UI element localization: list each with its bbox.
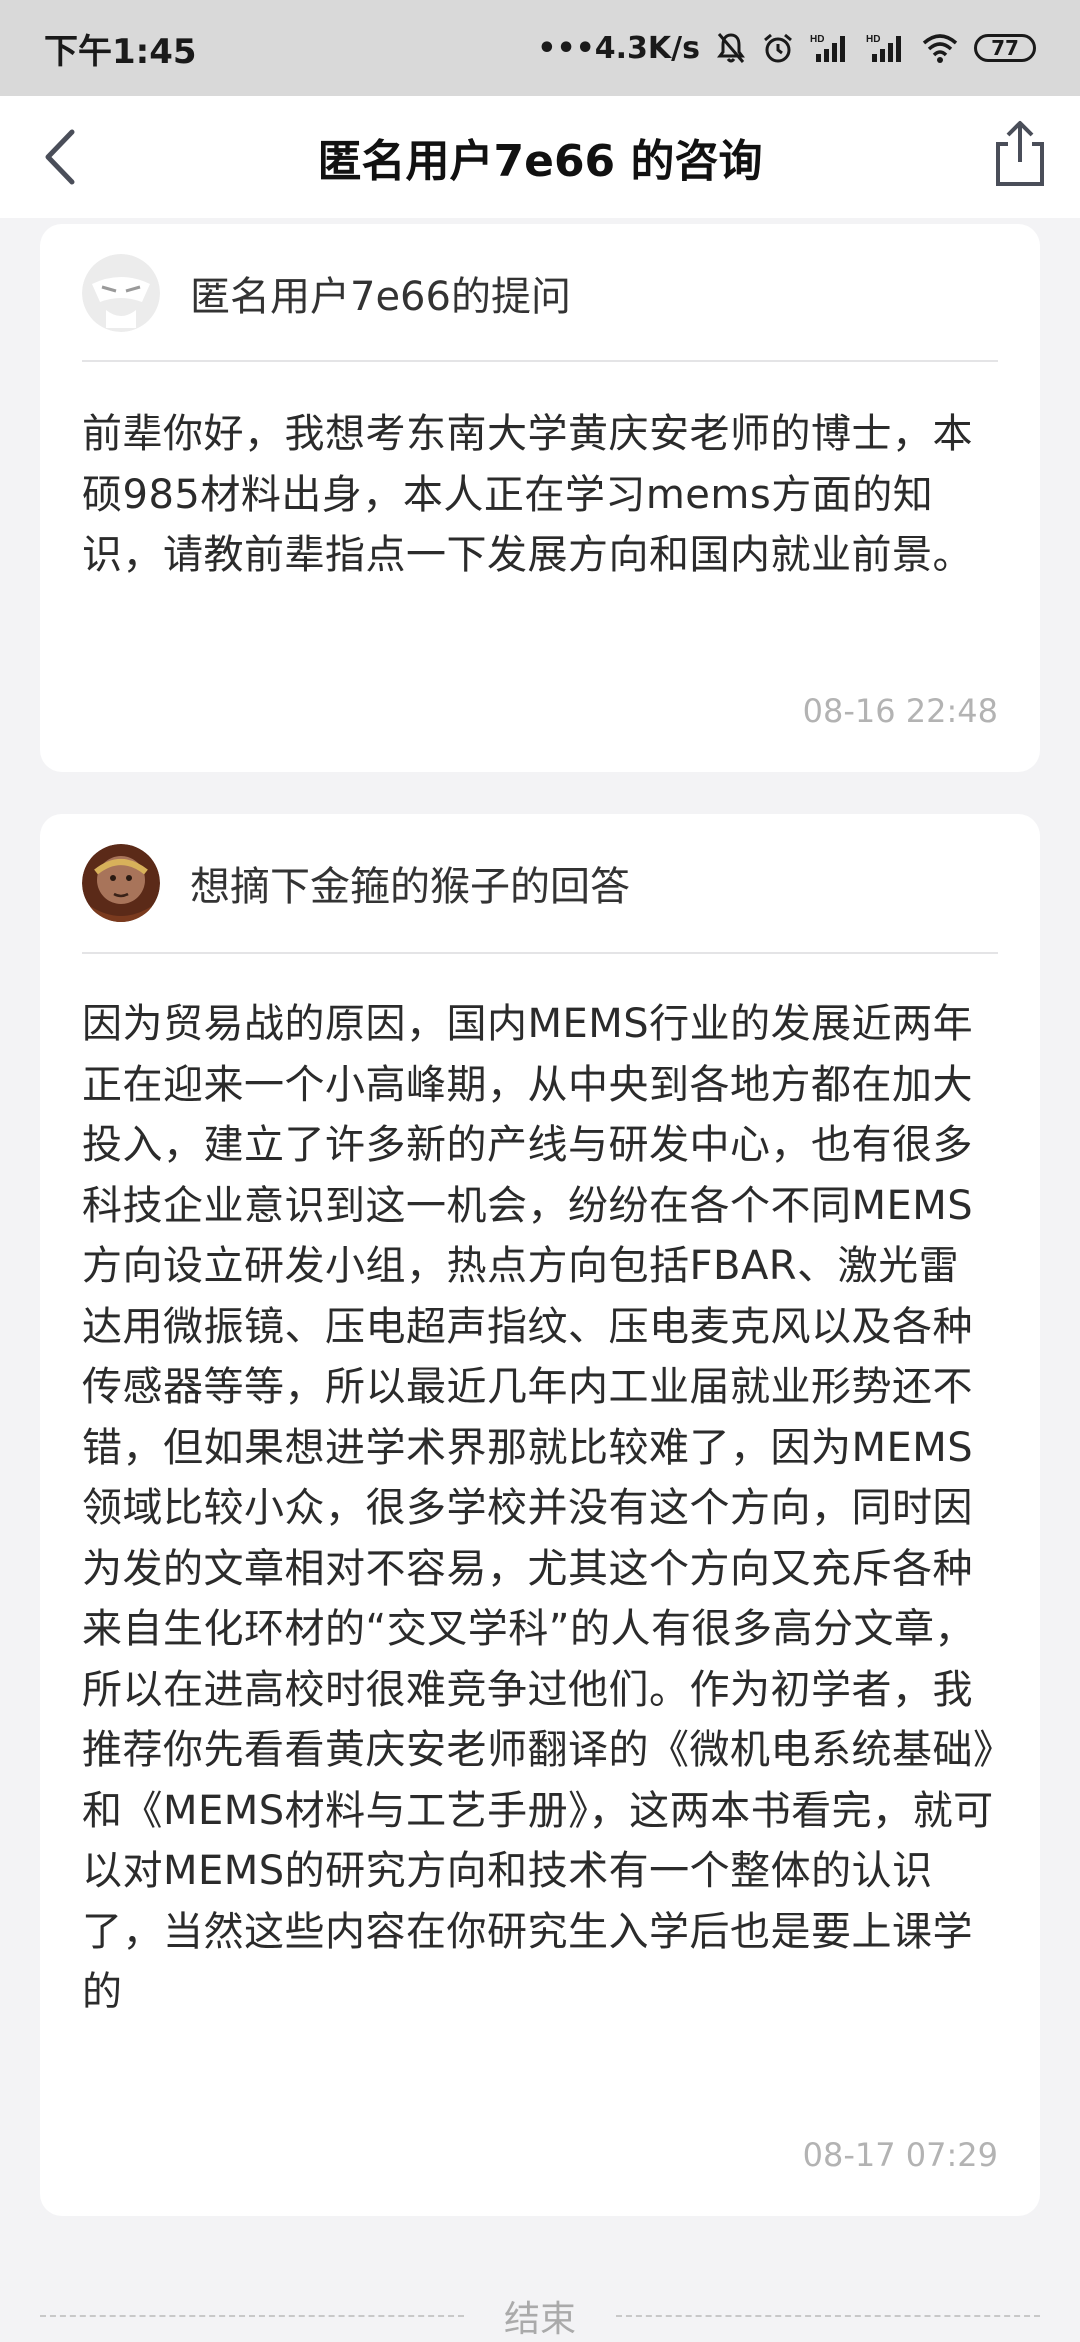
nav-bar: 匿名用户7e66 的咨询 <box>0 96 1080 218</box>
status-icons: •••4.3K/s HD HD 77 <box>537 31 1036 66</box>
svg-text:HD: HD <box>866 34 880 45</box>
battery-icon: 77 <box>974 34 1036 62</box>
network-speed: •••4.3K/s <box>537 30 700 66</box>
question-text: 前辈你好，我想考东南大学黄庆安老师的博士，本硕985材料出身，本人正在学习mem… <box>82 411 973 578</box>
svg-text:HD: HD <box>810 34 824 45</box>
alarm-icon <box>762 32 794 64</box>
question-header-label: 匿名用户7e66的提问 <box>190 274 571 320</box>
anonymous-avatar <box>82 254 160 332</box>
answerer-avatar <box>82 844 160 922</box>
dashed-line-left <box>40 2315 464 2317</box>
divider <box>82 360 998 362</box>
mute-bell-icon <box>716 32 746 64</box>
answer-card: 想摘下金箍的猴子的回答 因为贸易战的原因，国内MEMS行业的发展近两年正在迎来一… <box>40 814 1040 2216</box>
wifi-icon <box>922 33 958 63</box>
status-time: 下午1:45 <box>44 31 197 72</box>
divider <box>82 952 998 954</box>
signal-hd-icon-2: HD <box>866 32 906 64</box>
answer-header-label: 想摘下金箍的猴子的回答 <box>190 864 630 910</box>
answer-text: 因为贸易战的原因，国内MEMS行业的发展近两年正在迎来一个小高峰期，从中央到各地… <box>82 1001 994 2015</box>
answer-timestamp: 08-17 07:29 <box>802 2136 998 2174</box>
back-arrow-icon[interactable] <box>34 124 94 190</box>
question-header: 匿名用户7e66的提问 <box>82 254 571 332</box>
end-label: 结束 <box>504 2299 577 2340</box>
share-icon[interactable] <box>990 118 1050 190</box>
question-timestamp: 08-16 22:48 <box>802 692 998 730</box>
answer-header: 想摘下金箍的猴子的回答 <box>82 844 630 922</box>
status-bar: 下午1:45 •••4.3K/s HD HD 77 <box>0 0 1080 96</box>
signal-hd-icon: HD <box>810 32 850 64</box>
dashed-line-right <box>616 2315 1041 2317</box>
question-card: 匿名用户7e66的提问 前辈你好，我想考东南大学黄庆安老师的博士，本硕985材料… <box>40 224 1040 772</box>
page-title: 匿名用户7e66 的咨询 <box>317 136 763 187</box>
end-divider: 结束 <box>40 2292 1041 2340</box>
